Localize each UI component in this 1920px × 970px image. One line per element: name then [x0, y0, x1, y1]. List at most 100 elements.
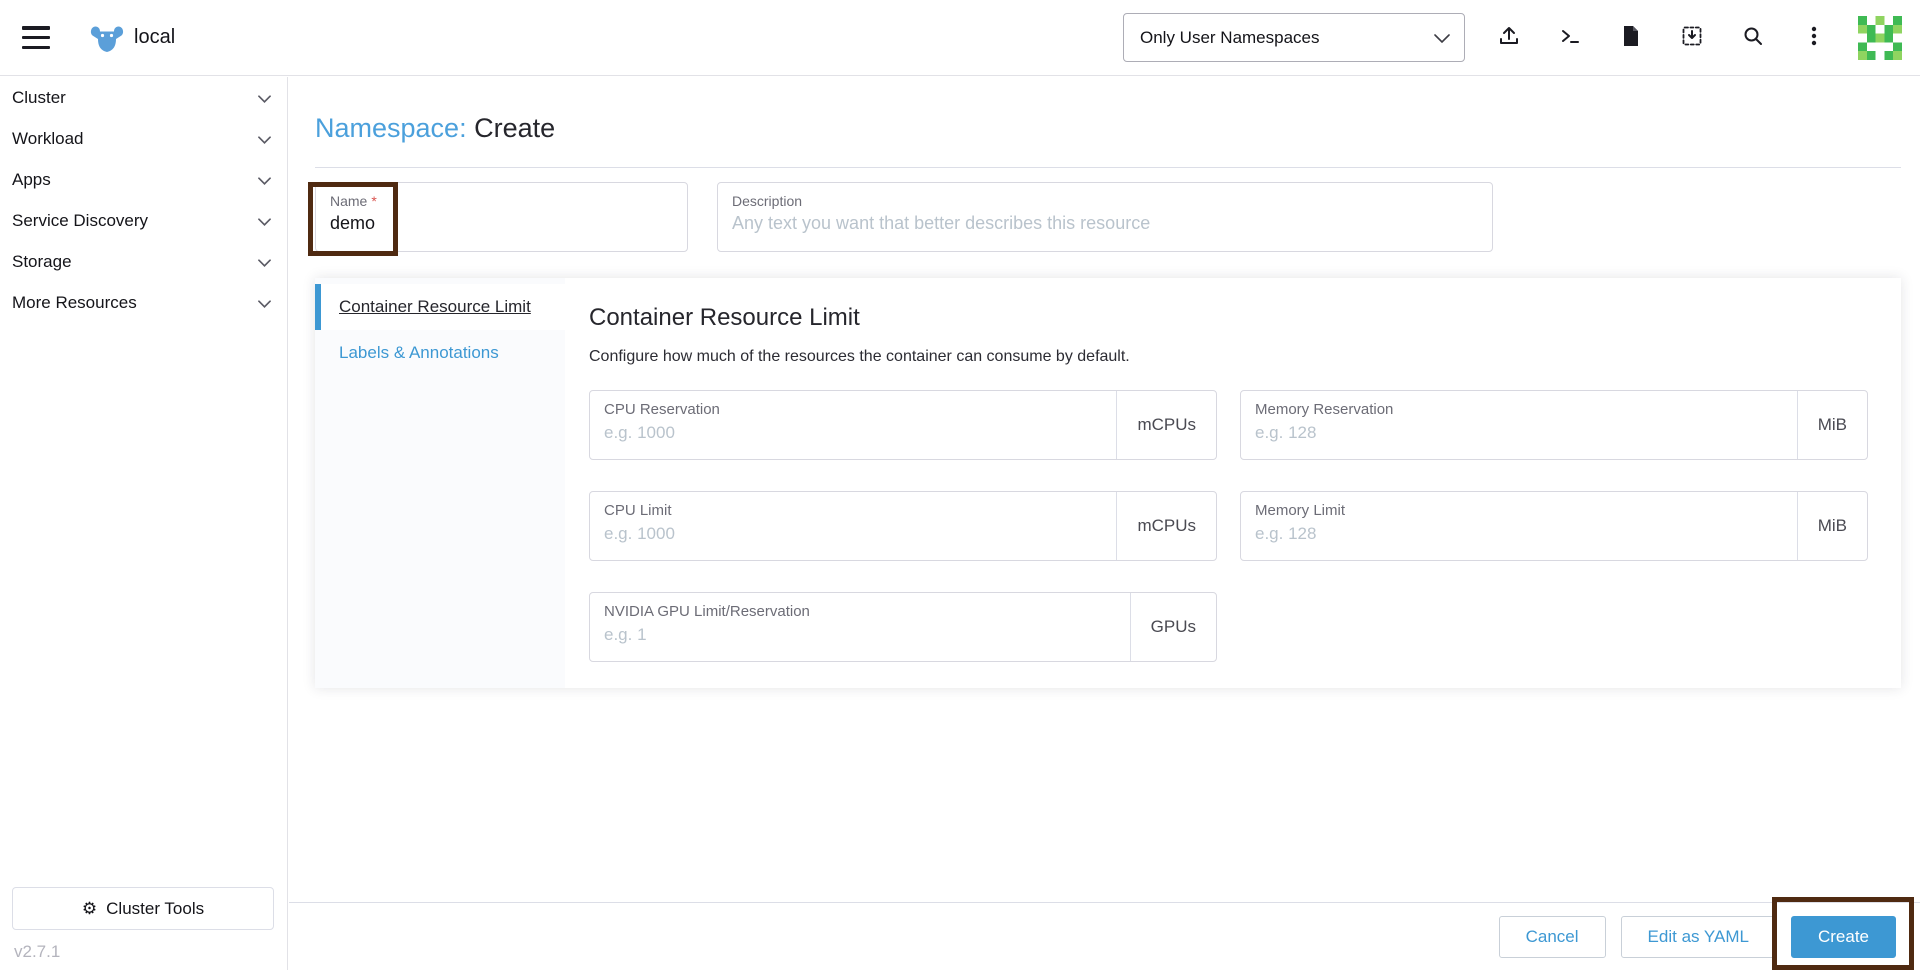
sidebar-item-storage[interactable]: Storage	[0, 241, 287, 282]
hamburger-bar	[22, 26, 50, 30]
edit-as-yaml-button[interactable]: Edit as YAML	[1620, 915, 1776, 958]
hamburger-bar	[22, 45, 50, 49]
cpu-reservation-input[interactable]	[604, 423, 1091, 443]
cpu-limit-field: CPU Limit mCPUs	[589, 491, 1217, 561]
hamburger-menu-button[interactable]	[22, 26, 50, 49]
namespace-filter-value: Only User Namespaces	[1140, 27, 1320, 47]
sidebar-item-cluster[interactable]: Cluster	[0, 77, 287, 118]
upload-button[interactable]	[1492, 21, 1526, 55]
namespace-filter-dropdown[interactable]: Only User Namespaces	[1123, 13, 1465, 62]
kebab-menu-button[interactable]	[1797, 21, 1831, 55]
cancel-button[interactable]: Cancel	[1498, 915, 1606, 958]
header: local Only User Namespaces	[0, 0, 1920, 76]
search-button[interactable]	[1736, 21, 1770, 55]
main-content: Namespace: Create Name* Description Cont…	[289, 77, 1920, 970]
upload-icon	[1497, 24, 1521, 51]
field-main: Memory Limit	[1241, 492, 1797, 560]
field-unit: MiB	[1796, 492, 1867, 560]
name-field-label: Name *	[330, 193, 673, 209]
field-label: Memory Limit	[1255, 502, 1346, 519]
chevron-down-icon	[1434, 28, 1450, 48]
tab-content: Container Resource Limit Configure how m…	[565, 278, 1901, 688]
section-heading: Container Resource Limit	[589, 304, 860, 331]
sidebar-item-label: Service Discovery	[12, 210, 149, 230]
sidebar-nav: Cluster Workload Apps Service Discovery …	[0, 77, 287, 323]
field-unit: MiB	[1796, 391, 1867, 459]
sidebar: Cluster Workload Apps Service Discovery …	[0, 77, 288, 970]
import-yaml-icon	[1680, 24, 1704, 51]
memory-limit-input[interactable]	[1255, 524, 1770, 544]
chevron-down-icon	[258, 170, 271, 190]
sidebar-item-label: Storage	[12, 251, 72, 271]
sidebar-item-label: Cluster	[12, 87, 66, 107]
create-button[interactable]: Create	[1790, 915, 1896, 958]
cluster-tools-label: Cluster Tools	[106, 898, 205, 918]
rancher-logo-icon	[90, 22, 124, 54]
import-yaml-button[interactable]	[1675, 21, 1709, 55]
name-input[interactable]	[330, 213, 673, 234]
field-main: NVIDIA GPU Limit/Reservation	[590, 593, 1130, 661]
name-field: Name *	[315, 182, 688, 252]
description-field-label: Description	[732, 193, 803, 209]
field-label: NVIDIA GPU Limit/Reservation	[604, 603, 810, 620]
tab-label: Container Resource Limit	[339, 297, 531, 316]
sidebar-item-more-resources[interactable]: More Resources	[0, 282, 287, 323]
cluster-name: local	[134, 26, 176, 48]
gear-icon: ⚙	[81, 899, 98, 918]
field-unit: mCPUs	[1116, 492, 1216, 560]
memory-reservation-field: Memory Reservation MiB	[1240, 390, 1868, 460]
sidebar-item-service-discovery[interactable]: Service Discovery	[0, 200, 287, 241]
version-label: v2.7.1	[14, 942, 61, 961]
field-main: Memory Reservation	[1241, 391, 1797, 459]
chevron-down-icon	[258, 129, 271, 149]
sidebar-item-label: Apps	[12, 169, 51, 189]
sidebar-item-label: Workload	[12, 128, 84, 148]
field-unit: mCPUs	[1116, 391, 1216, 459]
field-label: CPU Limit	[604, 502, 672, 519]
header-right: Only User Namespaces	[1123, 13, 1902, 62]
cpu-reservation-field: CPU Reservation mCPUs	[589, 390, 1217, 460]
tab-label: Labels & Annotations	[339, 343, 499, 362]
file-button[interactable]	[1614, 21, 1648, 55]
user-avatar[interactable]	[1858, 15, 1902, 60]
chevron-down-icon	[258, 252, 271, 272]
file-icon	[1620, 24, 1642, 51]
tab-labels-annotations[interactable]: Labels & Annotations	[315, 330, 565, 376]
gpu-limit-input[interactable]	[604, 625, 1104, 645]
chevron-down-icon	[258, 293, 271, 313]
metadata-row: Name* Description	[315, 182, 1901, 252]
title-divider	[315, 167, 1901, 168]
resource-fields-grid: CPU Reservation mCPUs Memory Reservation…	[589, 390, 1877, 662]
hamburger-bar	[22, 35, 50, 40]
kubectl-shell-button[interactable]	[1553, 21, 1587, 55]
kubectl-shell-icon	[1558, 24, 1582, 51]
chevron-down-icon	[258, 211, 271, 231]
field-label: Memory Reservation	[1255, 401, 1394, 418]
field-main: CPU Limit	[590, 492, 1116, 560]
field-unit: GPUs	[1129, 593, 1216, 661]
header-left: local	[22, 22, 175, 54]
page-title: Namespace: Create	[315, 113, 1901, 144]
field-main: CPU Reservation	[590, 391, 1116, 459]
sidebar-item-workload[interactable]: Workload	[0, 118, 287, 159]
kebab-menu-icon	[1802, 24, 1826, 51]
section-description: Configure how much of the resources the …	[589, 348, 1130, 365]
description-field: Description	[717, 182, 1493, 252]
gpu-limit-field: NVIDIA GPU Limit/Reservation GPUs	[589, 592, 1217, 662]
field-label: CPU Reservation	[604, 401, 720, 418]
name-label-text: Name	[330, 193, 368, 209]
memory-limit-field: Memory Limit MiB	[1240, 491, 1868, 561]
page-title-mode: Create	[474, 113, 556, 143]
description-input[interactable]	[732, 213, 1478, 234]
page-title-resource: Namespace:	[315, 113, 467, 143]
action-footer: Cancel Edit as YAML Create	[289, 902, 1920, 970]
tab-list: Container Resource Limit Labels & Annota…	[315, 278, 565, 688]
cluster-tools-button[interactable]: ⚙ Cluster Tools	[12, 887, 274, 930]
memory-reservation-input[interactable]	[1255, 423, 1770, 443]
sidebar-item-label: More Resources	[12, 292, 137, 312]
sidebar-item-apps[interactable]: Apps	[0, 159, 287, 200]
cpu-limit-input[interactable]	[604, 524, 1091, 544]
search-icon	[1741, 24, 1765, 51]
tab-container-resource-limit[interactable]: Container Resource Limit	[315, 284, 565, 330]
tabbed-panel: Container Resource Limit Labels & Annota…	[315, 278, 1901, 688]
